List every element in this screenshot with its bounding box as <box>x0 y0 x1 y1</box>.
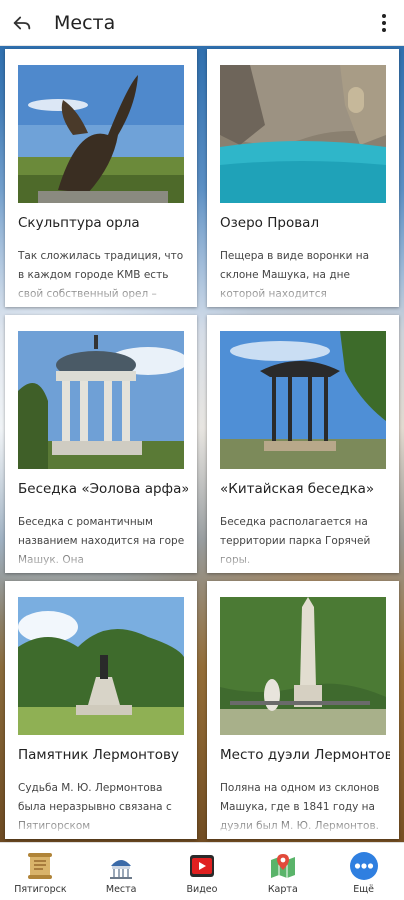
nav-item-map[interactable]: Карта <box>242 843 323 900</box>
place-description: Пещера в виде воронки на склоне Машука, … <box>220 247 390 305</box>
place-card[interactable]: Место дуэли Лермонтова Поляна на одном и… <box>207 581 399 839</box>
place-title: Памятник Лермонтову <box>18 747 180 763</box>
video-icon <box>189 855 214 877</box>
place-card[interactable]: Памятник Лермонтову Судьба М. Ю. Лермонт… <box>5 581 197 839</box>
place-photo-chinese-gazebo <box>220 331 386 469</box>
place-photo-eagle <box>18 65 184 203</box>
more-options-button[interactable] <box>370 6 398 40</box>
place-description: Беседка с романтичным названием находитс… <box>18 513 188 571</box>
page-title: Места <box>54 11 116 34</box>
nav-label: Места <box>105 884 137 895</box>
more-vertical-icon <box>382 14 386 18</box>
landmark-icon <box>110 860 133 879</box>
place-title: Скульптура орла <box>18 215 140 231</box>
place-description: Судьба М. Ю. Лермонтова была неразрывно … <box>18 779 188 837</box>
place-title: Место дуэли Лермонтова <box>220 747 390 763</box>
app-bar: Места <box>0 0 404 46</box>
back-button[interactable] <box>4 5 40 41</box>
nav-item-places[interactable]: Места <box>81 843 162 900</box>
more-circle-icon <box>349 852 378 880</box>
back-arrow-icon <box>13 16 31 29</box>
nav-label: Ещё <box>353 884 374 895</box>
places-grid: Скульптура орла Так сложилась традиция, … <box>0 46 404 842</box>
place-card[interactable]: «Китайская беседка» Беседка располагаетс… <box>207 315 399 573</box>
bottom-navigation: Пятигорск Места Видео Карта Ещё <box>0 842 404 900</box>
nav-item-video[interactable]: Видео <box>162 843 243 900</box>
place-photo-proval <box>220 65 386 203</box>
place-title: Озеро Провал <box>220 215 320 231</box>
nav-item-pyatigorsk[interactable]: Пятигорск <box>0 843 81 900</box>
nav-label: Карта <box>267 884 298 895</box>
scroll-icon <box>28 853 53 879</box>
place-description: Беседка располагается на территории парк… <box>220 513 390 571</box>
place-title: Беседка «Эолова арфа» <box>18 481 188 497</box>
place-photo-aeolian-harp <box>18 331 184 469</box>
place-card[interactable]: Беседка «Эолова арфа» Беседка с романтич… <box>5 315 197 573</box>
place-title: «Китайская беседка» <box>220 481 375 497</box>
place-description: Поляна на одном из склонов Машука, где в… <box>220 779 390 837</box>
place-card[interactable]: Скульптура орла Так сложилась традиция, … <box>5 49 197 307</box>
nav-item-more[interactable]: Ещё <box>323 843 404 900</box>
place-description: Так сложилась традиция, что в каждом гор… <box>18 247 188 305</box>
place-photo-duel-site <box>220 597 386 735</box>
place-card[interactable]: Озеро Провал Пещера в виде воронки на ск… <box>207 49 399 307</box>
place-photo-lermontov-monument <box>18 597 184 735</box>
nav-label: Видео <box>186 884 218 895</box>
map-pin-icon <box>270 854 295 878</box>
nav-label: Пятигорск <box>14 884 67 895</box>
